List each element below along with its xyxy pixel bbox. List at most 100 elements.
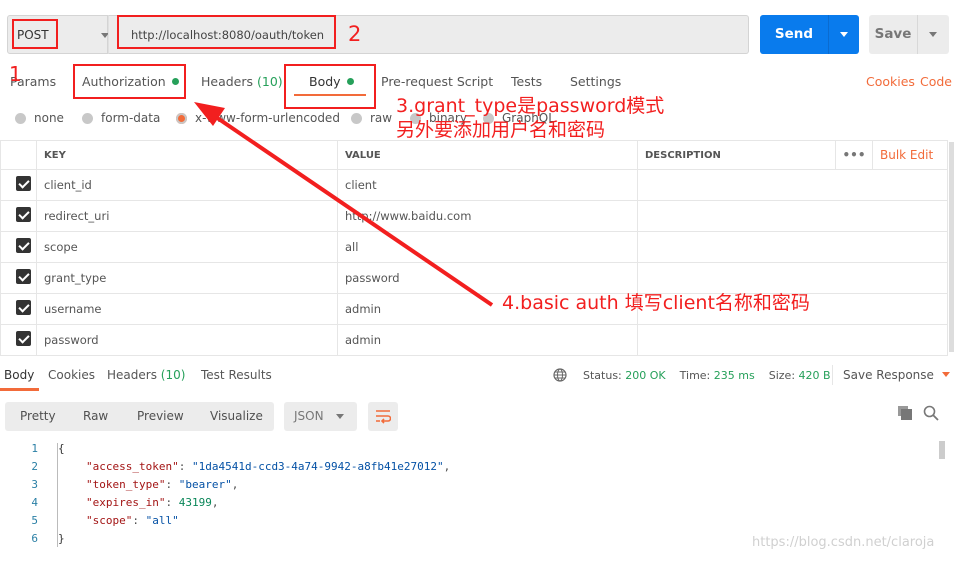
annotation-box-method xyxy=(12,19,58,49)
code-link[interactable]: Code xyxy=(920,74,952,89)
json-comma: , xyxy=(211,496,219,509)
json-key: "expires_in" xyxy=(86,496,166,509)
tab-label: Headers xyxy=(201,74,254,89)
radio-form-data[interactable]: form-data xyxy=(82,111,160,125)
param-description[interactable] xyxy=(637,324,948,356)
row-checkbox[interactable] xyxy=(0,169,37,201)
response-tab-test-results[interactable]: Test Results xyxy=(201,368,272,382)
param-value[interactable]: all xyxy=(337,231,638,263)
radio-label: raw xyxy=(370,111,393,125)
response-tab-cookies[interactable]: Cookies xyxy=(48,368,95,382)
table-row: redirect_uri http://www.baidu.com xyxy=(0,200,948,232)
checkbox-checked-icon xyxy=(16,300,31,315)
chevron-down-icon xyxy=(336,414,344,419)
radio-icon xyxy=(82,112,93,124)
tab-headers[interactable]: Headers (10) xyxy=(201,74,283,89)
json-value: "all" xyxy=(145,514,179,527)
send-button[interactable]: Send xyxy=(760,15,859,54)
annotation-3-line1: 3.grant_type是password模式 xyxy=(396,95,665,117)
time-label: Time: xyxy=(679,369,711,382)
response-meta: Status: 200 OK Time: 235 ms Size: 420 B xyxy=(583,369,831,382)
row-checkbox[interactable] xyxy=(0,200,37,232)
param-key[interactable]: password xyxy=(36,324,338,356)
annotation-box-authorization xyxy=(73,64,186,99)
globe-icon[interactable] xyxy=(553,368,567,382)
params-table: KEY VALUE DESCRIPTION ••• Bulk Edit client_i… xyxy=(0,140,948,356)
scrollbar[interactable] xyxy=(939,441,945,459)
cookies-link[interactable]: Cookies xyxy=(866,74,915,89)
wrap-lines-button[interactable] xyxy=(368,402,398,431)
tab-label: Headers xyxy=(107,368,157,382)
param-value[interactable]: admin xyxy=(337,324,638,356)
checkbox-checked-icon xyxy=(16,269,31,284)
annotation-4: 4.basic auth 填写client名称和密码 xyxy=(502,292,810,314)
table-row: client_id client xyxy=(0,169,948,201)
wrap-icon xyxy=(376,410,391,424)
json-value: 43199 xyxy=(178,496,212,509)
param-description[interactable] xyxy=(637,231,948,263)
format-select[interactable]: JSON xyxy=(284,402,357,431)
headers-count: (10) xyxy=(257,74,283,89)
save-dropdown[interactable] xyxy=(917,15,949,54)
view-visualize[interactable]: Visualize xyxy=(210,409,263,423)
radio-selected-icon xyxy=(176,112,187,124)
param-key[interactable]: scope xyxy=(36,231,338,263)
annotation-box-url xyxy=(117,15,336,49)
save-response-button[interactable]: Save Response xyxy=(843,368,950,382)
radio-label: none xyxy=(34,111,64,125)
json-key: "access_token" xyxy=(86,460,179,473)
tab-tests[interactable]: Tests xyxy=(511,74,542,89)
json-key: "token_type" xyxy=(86,478,166,491)
row-checkbox[interactable] xyxy=(0,324,37,356)
line-number: 2 xyxy=(31,460,38,473)
annotation-box-body xyxy=(284,64,376,109)
row-checkbox[interactable] xyxy=(0,262,37,294)
table-row: password admin xyxy=(0,324,948,356)
annotation-3-line2: 另外要添加用户名和密码 xyxy=(396,119,606,141)
chevron-down-icon xyxy=(840,32,848,37)
line-number: 3 xyxy=(31,478,38,491)
save-button[interactable]: Save xyxy=(869,15,949,54)
param-key[interactable]: client_id xyxy=(36,169,338,201)
radio-label: form-data xyxy=(101,111,161,125)
param-description[interactable] xyxy=(637,169,948,201)
more-options-icon[interactable]: ••• xyxy=(835,140,873,170)
status-label: Status: xyxy=(583,369,622,382)
tab-pre-request-script[interactable]: Pre-request Script xyxy=(381,74,493,89)
code-line: "expires_in": 43199, xyxy=(86,496,219,509)
save-response-label: Save Response xyxy=(843,368,934,382)
row-checkbox[interactable] xyxy=(0,293,37,325)
view-raw[interactable]: Raw xyxy=(83,409,108,423)
active-tab-underline xyxy=(0,388,39,391)
bulk-edit-button[interactable]: Bulk Edit xyxy=(872,140,948,170)
param-value[interactable]: client xyxy=(337,169,638,201)
radio-none[interactable]: none xyxy=(15,111,64,125)
param-key[interactable]: grant_type xyxy=(36,262,338,294)
column-value: VALUE xyxy=(337,140,638,170)
search-icon[interactable] xyxy=(923,405,939,421)
send-label: Send xyxy=(774,26,814,42)
code-line: "token_type": "bearer", xyxy=(86,478,239,491)
radio-raw[interactable]: raw xyxy=(351,111,392,125)
send-dropdown[interactable] xyxy=(828,15,859,54)
response-tab-body[interactable]: Body xyxy=(4,368,34,382)
tab-settings[interactable]: Settings xyxy=(570,74,621,89)
copy-icon[interactable] xyxy=(898,406,913,421)
param-value[interactable]: http://www.baidu.com xyxy=(337,200,638,232)
param-key[interactable]: username xyxy=(36,293,338,325)
json-value: "bearer" xyxy=(178,478,232,491)
param-key[interactable]: redirect_uri xyxy=(36,200,338,232)
param-description[interactable] xyxy=(637,200,948,232)
checkbox-checked-icon xyxy=(16,207,31,222)
format-value: JSON xyxy=(294,409,324,423)
row-checkbox[interactable] xyxy=(0,231,37,263)
scrollbar[interactable] xyxy=(949,142,954,352)
watermark: https://blog.csdn.net/claroja xyxy=(752,535,935,550)
view-pretty[interactable]: Pretty xyxy=(20,409,56,423)
radio-urlencoded[interactable]: x-www-form-urlencoded xyxy=(176,111,340,125)
radio-label: x-www-form-urlencoded xyxy=(195,111,340,125)
view-preview[interactable]: Preview xyxy=(137,409,184,423)
response-tab-headers[interactable]: Headers (10) xyxy=(107,368,185,382)
code-line: "scope": "all" xyxy=(86,514,179,527)
checkbox-checked-icon xyxy=(16,238,31,253)
